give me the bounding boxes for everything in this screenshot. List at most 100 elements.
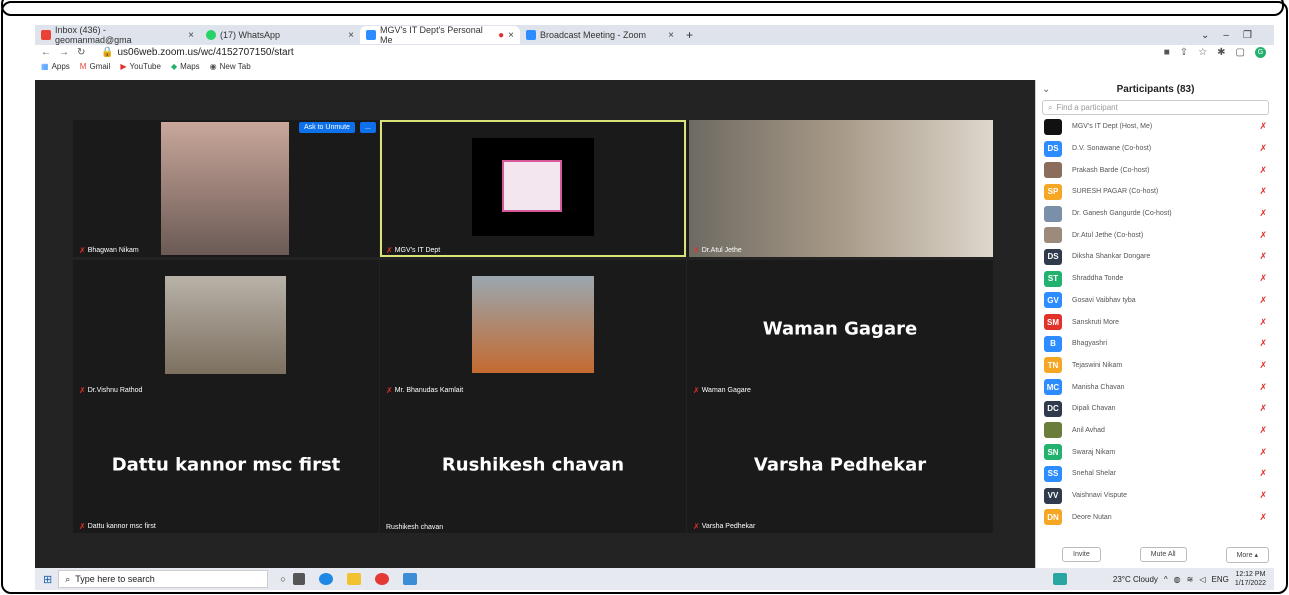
bookmark-new-tab[interactable]: ◉ New Tab	[210, 62, 251, 71]
mic-muted-icon[interactable]: ✗	[1259, 295, 1267, 306]
close-icon[interactable]: ×	[508, 30, 514, 41]
participant-name: SURESH PAGAR (Co-host)	[1072, 188, 1159, 196]
tab-whatsapp[interactable]: (17) WhatsApp ×	[200, 26, 360, 44]
chevron-up-icon[interactable]: ^	[1164, 575, 1168, 584]
tile-name: ✗ Bhagwan Nikam	[79, 246, 139, 255]
mic-muted-icon[interactable]: ✗	[1259, 273, 1267, 284]
mic-muted-icon[interactable]: ✗	[1259, 360, 1267, 371]
tab-zoom-broadcast[interactable]: Broadcast Meeting - Zoom ×	[520, 26, 680, 44]
participant-row[interactable]: SM Sanskruti More ✗	[1036, 311, 1275, 333]
participant-row[interactable]: Anil Avhad ✗	[1036, 420, 1275, 442]
more-button[interactable]: More ▴	[1225, 546, 1269, 563]
participant-search-input[interactable]: ⌕ Find a participant	[1042, 100, 1269, 115]
mic-muted-icon[interactable]: ✗	[1259, 490, 1267, 501]
mic-muted-icon[interactable]: ✗	[1259, 425, 1267, 436]
close-icon[interactable]: ×	[348, 30, 354, 41]
participant-row[interactable]: Prakash Barde (Co-host) ✗	[1036, 159, 1275, 181]
participant-row[interactable]: SN Swaraj Nikam ✗	[1036, 441, 1275, 463]
photos-icon[interactable]	[402, 573, 417, 585]
video-tile[interactable]: Varsha Pedhekar ✗ Varsha Pedhekar	[687, 396, 993, 533]
participant-row[interactable]: SP SURESH PAGAR (Co-host) ✗	[1036, 181, 1275, 203]
sidebar-icon[interactable]: ▢	[1236, 47, 1245, 58]
weather-text[interactable]: 23°C Cloudy	[1113, 575, 1158, 584]
tile-name: ✗ Waman Gagare	[693, 386, 751, 395]
camera-icon[interactable]: ■	[1164, 47, 1170, 58]
cortana-icon[interactable]: ○	[280, 574, 285, 584]
address-bar[interactable]: 🔒 us06web.zoom.us/wc/4152707150/start	[101, 47, 294, 58]
bookmark-gmail[interactable]: M Gmail	[80, 62, 111, 71]
participant-row[interactable]: VV Vaishnavi Vispute ✗	[1036, 485, 1275, 507]
close-icon[interactable]: ×	[188, 30, 194, 41]
restore-icon[interactable]: ❐	[1243, 30, 1252, 41]
language-indicator[interactable]: ENG	[1212, 575, 1229, 584]
mic-muted-icon[interactable]: ✗	[1259, 338, 1267, 349]
windows-start-icon[interactable]: ⊞	[43, 573, 52, 586]
forward-icon[interactable]: →	[59, 47, 69, 58]
mic-muted-icon[interactable]: ✗	[1259, 251, 1267, 262]
network-icon[interactable]: ◍	[1174, 575, 1181, 584]
profile-avatar[interactable]: G	[1255, 47, 1266, 58]
tab-gmail[interactable]: Inbox (436) - geomanmad@gma ×	[35, 25, 200, 45]
task-view-icon[interactable]	[292, 573, 305, 585]
participant-row[interactable]: ST Shraddha Tonde ✗	[1036, 268, 1275, 290]
participant-row[interactable]: B Bhagyashri ✗	[1036, 333, 1275, 355]
mic-muted-icon[interactable]: ✗	[1259, 382, 1267, 393]
tab-zoom-personal[interactable]: MGV's IT Dept's Personal Me ● ×	[360, 25, 520, 45]
mic-muted-icon[interactable]: ✗	[1259, 403, 1267, 414]
mic-muted-icon[interactable]: ✗	[1259, 468, 1267, 479]
video-tile-active-speaker[interactable]: ✗ MGV's IT Dept	[380, 120, 686, 257]
chrome-icon[interactable]	[374, 573, 389, 585]
ask-to-unmute-button[interactable]: Ask to Unmute	[299, 122, 355, 133]
participant-row[interactable]: Dr.Atul Jethe (Co-host) ✗	[1036, 224, 1275, 246]
chevron-down-icon[interactable]: ⌄	[1042, 80, 1050, 100]
extensions-icon[interactable]: ✱	[1217, 47, 1225, 58]
clock[interactable]: 12:12 PM 1/17/2022	[1235, 570, 1266, 588]
invite-button[interactable]: Invite	[1062, 547, 1101, 562]
minimize-icon[interactable]: –	[1223, 30, 1229, 41]
edge-icon[interactable]	[318, 573, 333, 585]
mic-muted-icon[interactable]: ✗	[1259, 143, 1267, 154]
mic-muted-icon[interactable]: ✗	[1259, 230, 1267, 241]
mic-muted-icon[interactable]: ✗	[1259, 447, 1267, 458]
participant-row[interactable]: MGV's IT Dept (Host, Me) ✗	[1036, 116, 1275, 138]
share-icon[interactable]: ⇪	[1180, 47, 1188, 58]
mic-muted-icon[interactable]: ✗	[1259, 512, 1267, 523]
back-icon[interactable]: ←	[41, 47, 51, 58]
participant-row[interactable]: DS D.V. Sonawane (Co-host) ✗	[1036, 138, 1275, 160]
app-tray-icon[interactable]	[1052, 573, 1067, 585]
bookmark-apps[interactable]: ▦ Apps	[41, 62, 70, 71]
chevron-down-icon[interactable]: ⌄	[1201, 30, 1209, 41]
bookmark-youtube[interactable]: ▶ YouTube	[120, 62, 161, 71]
video-tile[interactable]: ✗ Mr. Bhanudas Kamlait	[380, 260, 686, 397]
mic-muted-icon[interactable]: ✗	[1259, 165, 1267, 176]
participant-row[interactable]: Dr. Ganesh Gangurde (Co-host) ✗	[1036, 203, 1275, 225]
mic-muted-icon[interactable]: ✗	[1259, 317, 1267, 328]
participant-row[interactable]: TN Tejaswini Nikam ✗	[1036, 355, 1275, 377]
close-icon[interactable]: ×	[668, 30, 674, 41]
participant-row[interactable]: MC Manisha Chavan ✗	[1036, 376, 1275, 398]
taskbar-search-input[interactable]: ⌕ Type here to search	[58, 570, 269, 588]
participant-row[interactable]: GV Gosavi Vaibhav tyba ✗	[1036, 290, 1275, 312]
mic-muted-icon[interactable]: ✗	[1259, 186, 1267, 197]
more-options-button[interactable]: ...	[360, 122, 376, 133]
video-tile[interactable]: Dattu kannor msc first ✗ Dattu kannor msc…	[73, 396, 379, 533]
video-tile[interactable]: ✗ Dr.Atul Jethe	[687, 120, 993, 257]
star-icon[interactable]: ☆	[1198, 47, 1207, 58]
wifi-icon[interactable]: ≋	[1187, 575, 1194, 584]
volume-icon[interactable]: ◁	[1199, 575, 1205, 584]
video-tile[interactable]: Rushikesh chavan Rushikesh chavan	[380, 396, 686, 533]
participant-row[interactable]: DS Diksha Shankar Dongare ✗	[1036, 246, 1275, 268]
mic-muted-icon[interactable]: ✗	[1259, 208, 1267, 219]
participant-row[interactable]: DC Dipali Chavan ✗	[1036, 398, 1275, 420]
video-tile[interactable]: Ask to Unmute ... ✗ Bhagwan Nikam	[73, 120, 379, 257]
participant-row[interactable]: SS Snehal Shelar ✗	[1036, 463, 1275, 485]
mute-all-button[interactable]: Mute All	[1139, 547, 1187, 562]
new-tab-button[interactable]: +	[680, 26, 700, 44]
video-tile[interactable]: Waman Gagare ✗ Waman Gagare	[687, 260, 993, 397]
participant-row[interactable]: DN Deore Nutan ✗	[1036, 506, 1275, 528]
reload-icon[interactable]: ↻	[77, 47, 85, 58]
bookmark-maps[interactable]: ◆ Maps	[171, 62, 200, 71]
file-explorer-icon[interactable]	[346, 573, 361, 585]
mic-muted-icon[interactable]: ✗	[1259, 121, 1267, 132]
video-tile[interactable]: ✗ Dr.Vishnu Rathod	[73, 260, 379, 397]
